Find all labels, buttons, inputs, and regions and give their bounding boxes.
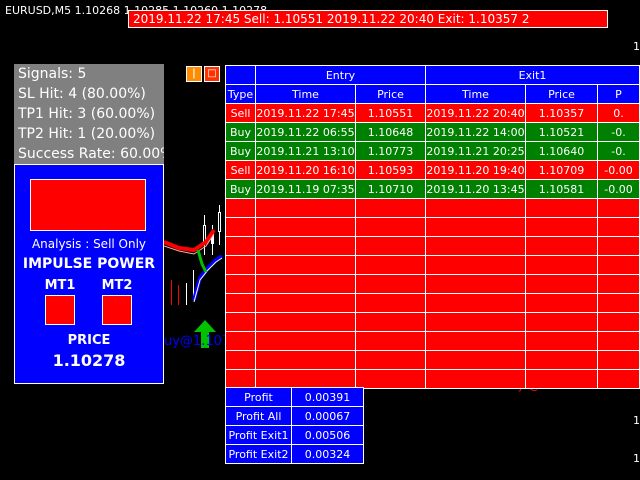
summary-label: Profit <box>225 387 292 407</box>
entry-group-header: Entry <box>255 65 426 85</box>
mt1-label: MT1 <box>44 278 76 293</box>
exit-price: 1.10640 <box>525 141 598 161</box>
exit-price: 1.10357 <box>525 103 598 123</box>
header-spacer <box>225 65 256 85</box>
signals-count: Signals: 5 <box>18 66 87 82</box>
price-label: PRICE <box>67 333 111 348</box>
exit-time: 2019.11.22 20:40 <box>425 103 526 123</box>
col-header-exit-price[interactable]: Price <box>525 84 598 104</box>
price-axis-label: 1 <box>633 452 640 465</box>
minimize-button[interactable]: | <box>186 66 202 82</box>
entry-time: 2019.11.19 07:35 <box>255 179 356 199</box>
entry-price: 1.10593 <box>355 160 426 180</box>
profit-summary-table: Profit 0.00391 Profit All 0.00067 Profit… <box>225 387 364 464</box>
analysis-text: Analysis : Sell Only <box>31 237 147 251</box>
exit-time: 2019.11.22 14:00 <box>425 122 526 142</box>
entry-price: 1.10648 <box>355 122 426 142</box>
entry-time: 2019.11.21 13:10 <box>255 141 356 161</box>
table-row[interactable]: Buy 2019.11.22 06:55 1.10648 2019.11.22 … <box>225 122 640 142</box>
summary-row: Profit Exit1 0.00506 <box>225 425 364 445</box>
exit-time: 2019.11.20 13:45 <box>425 179 526 199</box>
trade-pnl: -0.00 <box>597 160 640 180</box>
empty-row <box>225 350 640 370</box>
analysis-panel: Analysis : Sell Only IMPULSE POWER MT1 M… <box>14 164 164 384</box>
signal-indicator-box <box>30 179 146 231</box>
empty-row <box>225 312 640 332</box>
tp1-hit-stat: TP1 Hit: 3 (60.00%) <box>18 106 156 122</box>
empty-row <box>225 293 640 313</box>
summary-value: 0.00506 <box>291 425 364 445</box>
entry-time: 2019.11.22 06:55 <box>255 122 356 142</box>
col-header-entry-time[interactable]: Time <box>255 84 356 104</box>
signal-banner: 2019.11.22 17:45 Sell: 1.10551 2019.11.2… <box>128 10 608 28</box>
empty-row <box>225 369 640 389</box>
exit-price: 1.10709 <box>525 160 598 180</box>
summary-label: Profit Exit2 <box>225 444 292 464</box>
entry-time: 2019.11.22 17:45 <box>255 103 356 123</box>
entry-price: 1.10773 <box>355 141 426 161</box>
trade-pnl: -0. <box>597 122 640 142</box>
trade-type: Buy <box>225 122 256 142</box>
exit1-group-header: Exit1 <box>425 65 640 85</box>
summary-row: Profit Exit2 0.00324 <box>225 444 364 464</box>
mt1-indicator <box>45 295 75 325</box>
col-header-exit-time[interactable]: Time <box>425 84 526 104</box>
success-rate-stat: Success Rate: 60.00% <box>18 146 164 162</box>
tp2-hit-stat: TP2 Hit: 1 (20.00%) <box>18 126 156 142</box>
table-row[interactable]: Sell 2019.11.20 16:10 1.10593 2019.11.20… <box>225 160 640 180</box>
mt2-label: MT2 <box>101 278 133 293</box>
table-row[interactable]: Buy 2019.11.19 07:35 1.10710 2019.11.20 … <box>225 179 640 199</box>
exit-price: 1.10581 <box>525 179 598 199</box>
trade-history-table: Entry Exit1 Type Time Price Time Price P… <box>225 65 640 389</box>
sl-hit-stat: SL Hit: 4 (80.00%) <box>18 86 146 102</box>
summary-row: Profit 0.00391 <box>225 387 364 407</box>
current-price: 1.10278 <box>52 351 126 370</box>
exit-price: 1.10521 <box>525 122 598 142</box>
col-header-type[interactable]: Type <box>225 84 256 104</box>
summary-row: Profit All 0.00067 <box>225 406 364 426</box>
exit-time: 2019.11.21 20:25 <box>425 141 526 161</box>
col-header-pnl[interactable]: P <box>597 84 640 104</box>
table-row[interactable]: Buy 2019.11.21 13:10 1.10773 2019.11.21 … <box>225 141 640 161</box>
summary-label: Profit All <box>225 406 292 426</box>
maximize-button[interactable]: □ <box>204 66 220 82</box>
summary-value: 0.00067 <box>291 406 364 426</box>
trade-pnl: -0.00 <box>597 179 640 199</box>
mt2-indicator <box>102 295 132 325</box>
impulse-title: IMPULSE POWER <box>22 256 156 272</box>
stats-panel: Signals: 5 SL Hit: 4 (80.00%) TP1 Hit: 3… <box>14 64 164 164</box>
summary-value: 0.00391 <box>291 387 364 407</box>
trade-pnl: -0. <box>597 141 640 161</box>
price-axis-label: 1 <box>633 414 640 427</box>
col-header-entry-price[interactable]: Price <box>355 84 426 104</box>
empty-row <box>225 217 640 237</box>
trade-type: Buy <box>225 179 256 199</box>
entry-price: 1.10710 <box>355 179 426 199</box>
empty-row <box>225 331 640 351</box>
exit-time: 2019.11.20 19:40 <box>425 160 526 180</box>
entry-time: 2019.11.20 16:10 <box>255 160 356 180</box>
table-row[interactable]: Sell 2019.11.22 17:45 1.10551 2019.11.22… <box>225 103 640 123</box>
empty-row <box>225 255 640 275</box>
empty-row <box>225 198 640 218</box>
price-axis-label: 1 <box>633 40 640 53</box>
entry-price: 1.10551 <box>355 103 426 123</box>
trade-type: Sell <box>225 103 256 123</box>
trade-type: Sell <box>225 160 256 180</box>
summary-label: Profit Exit1 <box>225 425 292 445</box>
empty-row <box>225 274 640 294</box>
trade-type: Buy <box>225 141 256 161</box>
summary-value: 0.00324 <box>291 444 364 464</box>
trade-pnl: 0. <box>597 103 640 123</box>
empty-row <box>225 236 640 256</box>
